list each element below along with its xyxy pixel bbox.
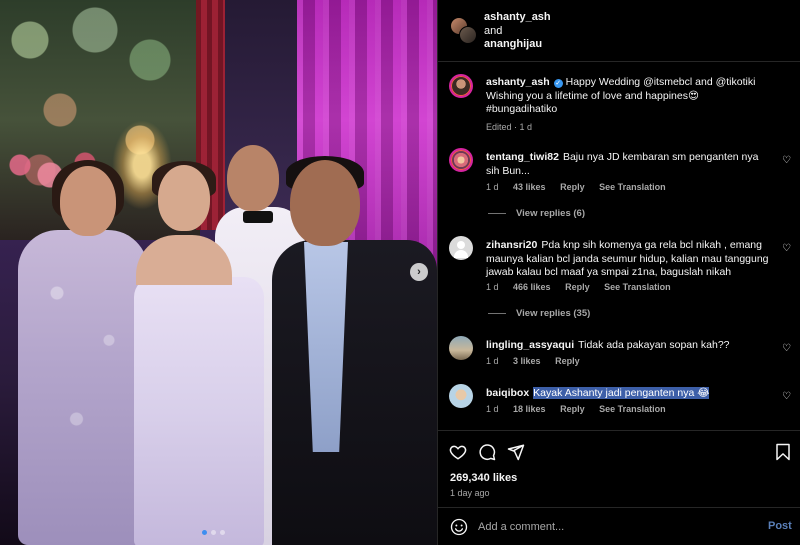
person-bride-white-gown bbox=[130, 161, 270, 545]
username-link[interactable]: zihansri20 bbox=[486, 239, 537, 251]
reply-button[interactable]: Reply bbox=[565, 282, 590, 292]
view-replies-label: View replies (6) bbox=[516, 208, 585, 219]
comment-text: baiqibox Kayak Ashanty jadi penganten nya… bbox=[486, 387, 771, 401]
post-photo: › bbox=[0, 0, 437, 545]
avatar[interactable] bbox=[449, 74, 473, 98]
username-link[interactable]: ananghijau bbox=[484, 38, 551, 52]
caption-meta: Edited · 1 d bbox=[486, 122, 544, 132]
comment-time: 1 d bbox=[486, 356, 499, 366]
reply-button[interactable]: Reply bbox=[560, 404, 585, 414]
likes-link[interactable]: 3 likes bbox=[513, 356, 541, 366]
heart-icon[interactable]: ♡ bbox=[782, 156, 792, 166]
username-link[interactable]: baiqibox bbox=[486, 387, 529, 399]
username-link[interactable]: ashanty_ash bbox=[484, 11, 551, 25]
post-header: ashanty_ash and ananghijau bbox=[438, 0, 800, 62]
edited-label: Edited · 1 d bbox=[486, 122, 533, 132]
comment-body: Kayak Ashanty jadi penganten nya 😂 bbox=[533, 387, 710, 399]
comment-text: tentang_tiwi82 Baju nya JD kembaran sm pe… bbox=[486, 151, 771, 178]
carousel-next-button[interactable]: › bbox=[410, 263, 428, 281]
collab-usernames: ashanty_ash and ananghijau bbox=[484, 11, 551, 52]
username-link[interactable]: lingling_assyaqui bbox=[486, 339, 574, 351]
see-translation-button[interactable]: See Translation bbox=[599, 182, 666, 192]
see-translation-button[interactable]: See Translation bbox=[599, 404, 666, 414]
likes-link[interactable]: 43 likes bbox=[513, 182, 546, 192]
avatar[interactable] bbox=[449, 148, 473, 172]
comment-body: Tidak ada pakayan sopan kah?? bbox=[578, 339, 730, 351]
comment-text: lingling_assyaqui Tidak ada pakayan sopan… bbox=[486, 339, 771, 353]
connector-text: and bbox=[484, 24, 503, 37]
divider bbox=[488, 213, 506, 214]
heart-icon[interactable]: ♡ bbox=[782, 244, 792, 254]
post-side-panel: ashanty_ash and ananghijau ashanty_ash ✓ H… bbox=[437, 0, 800, 545]
view-replies-button[interactable]: View replies (35) bbox=[488, 308, 590, 319]
view-replies-label: View replies (35) bbox=[516, 308, 591, 319]
carousel-dot bbox=[202, 530, 207, 535]
see-translation-button[interactable]: See Translation bbox=[604, 282, 671, 292]
comment-composer: Post bbox=[438, 507, 800, 545]
caption-text: ashanty_ash ✓ Happy Wedding @itsmebcl and … bbox=[486, 76, 771, 117]
likes-count[interactable]: 269,340 likes bbox=[450, 472, 517, 484]
share-icon[interactable] bbox=[507, 443, 525, 461]
view-replies-button[interactable]: View replies (6) bbox=[488, 208, 585, 219]
divider bbox=[488, 313, 506, 314]
carousel-dot bbox=[211, 530, 216, 535]
emoji-icon[interactable] bbox=[450, 518, 468, 536]
verified-icon: ✓ bbox=[553, 79, 563, 88]
chevron-right-icon: › bbox=[417, 266, 421, 278]
likes-link[interactable]: 18 likes bbox=[513, 404, 546, 414]
username-link[interactable]: tentang_tiwi82 bbox=[486, 151, 559, 163]
username-link[interactable]: ashanty_ash bbox=[486, 76, 550, 88]
person-man-dark-suit bbox=[272, 156, 437, 545]
comment-time: 1 d bbox=[486, 282, 499, 292]
reply-button[interactable]: Reply bbox=[560, 182, 585, 192]
reply-button[interactable]: Reply bbox=[555, 356, 580, 366]
comment-text: zihansri20 Pda knp sih komenya ga rela bc… bbox=[486, 239, 771, 280]
post-button[interactable]: Post bbox=[768, 520, 792, 532]
carousel-indicator bbox=[202, 530, 225, 535]
avatar[interactable] bbox=[449, 236, 473, 260]
carousel-dot bbox=[220, 530, 225, 535]
comments-list[interactable]: ashanty_ash ✓ Happy Wedding @itsmebcl and … bbox=[438, 62, 800, 430]
collab-avatars[interactable] bbox=[450, 17, 478, 45]
avatar bbox=[459, 26, 477, 44]
post-actions: 269,340 likes 1 day ago bbox=[438, 430, 800, 510]
heart-icon[interactable] bbox=[449, 443, 467, 461]
heart-icon[interactable]: ♡ bbox=[782, 344, 792, 354]
comment-meta: 1 d 43 likes Reply See Translation bbox=[486, 182, 678, 192]
likes-link[interactable]: 466 likes bbox=[513, 282, 551, 292]
comment-time: 1 d bbox=[486, 182, 499, 192]
comment-meta: 1 d 466 likes Reply See Translation bbox=[486, 282, 683, 292]
avatar[interactable] bbox=[449, 336, 473, 360]
comment-input[interactable] bbox=[478, 518, 748, 536]
comment-icon[interactable] bbox=[478, 443, 496, 461]
avatar[interactable] bbox=[449, 384, 473, 408]
person-woman-lilac-dress bbox=[8, 160, 148, 545]
comment-meta: 1 d 3 likes Reply bbox=[486, 356, 592, 366]
bookmark-icon[interactable] bbox=[774, 443, 792, 461]
comment-meta: 1 d 18 likes Reply See Translation bbox=[486, 404, 678, 414]
comment-time: 1 d bbox=[486, 404, 499, 414]
post-time: 1 day ago bbox=[450, 488, 490, 498]
heart-icon[interactable]: ♡ bbox=[782, 392, 792, 402]
